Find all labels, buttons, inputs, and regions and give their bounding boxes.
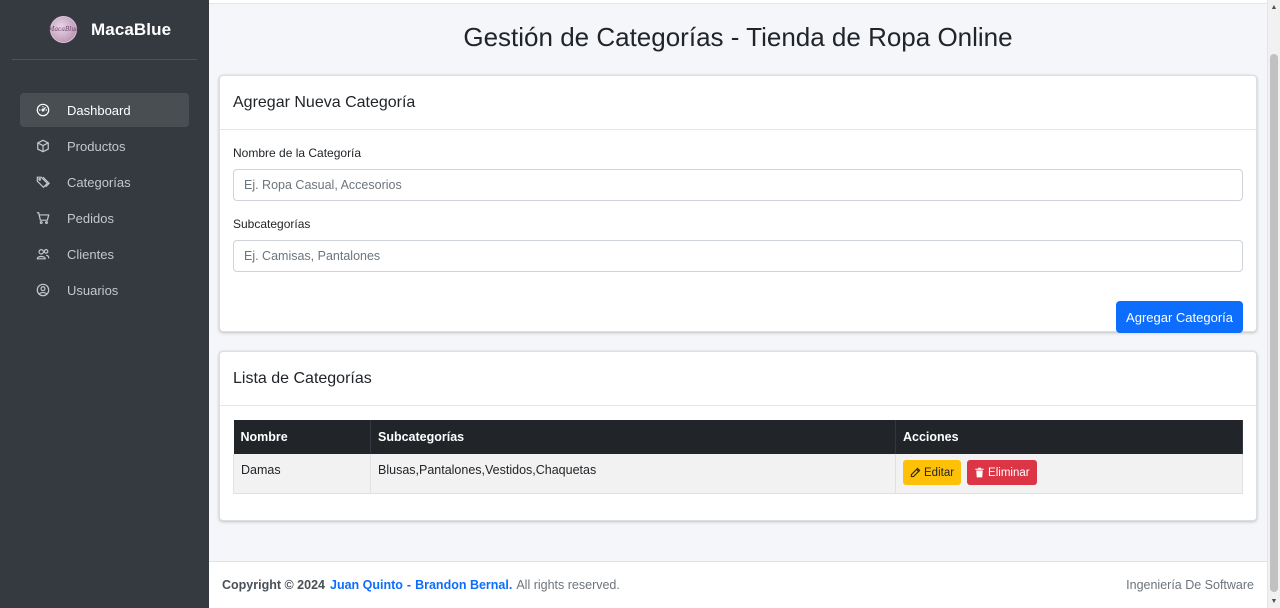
subcategories-input[interactable] [233, 240, 1243, 272]
sidebar-item-clientes[interactable]: Clientes [20, 237, 189, 271]
footer: Copyright © 2024 Juan Quinto - Brandon B… [209, 561, 1267, 608]
add-category-card: Agregar Nueva Categoría Nombre de la Cat… [219, 75, 1257, 333]
dashboard-icon [36, 103, 50, 117]
user-circle-icon [36, 283, 50, 297]
brand-logo: MacaBlue [48, 16, 79, 43]
sidebar-item-label: Usuarios [67, 282, 119, 298]
author-separator: - [406, 578, 412, 592]
sidebar-item-label: Productos [67, 138, 126, 154]
column-header-nombre[interactable]: Nombre [233, 420, 371, 454]
table-row: Damas Blusas,Pantalones,Vestidos,Chaquet… [233, 454, 1243, 494]
cell-actions: Editar Eliminar [895, 454, 1243, 494]
author-link-brandon[interactable]: Brandon Bernal. [415, 578, 512, 592]
sidebar-item-usuarios[interactable]: Usuarios [20, 273, 189, 307]
sidebar-item-label: Clientes [67, 246, 114, 262]
cell-subcategories: Blusas,Pantalones,Vestidos,Chaquetas [370, 454, 896, 494]
sidebar: MacaBlue MacaBlue Dashboard Productos Ca… [0, 0, 209, 608]
scroll-up-arrow-icon[interactable]: ▲ [1268, 0, 1280, 14]
scroll-down-arrow-icon[interactable]: ▼ [1268, 594, 1280, 608]
brand[interactable]: MacaBlue MacaBlue [12, 0, 197, 60]
cart-icon [36, 211, 50, 225]
table-header-row: Nombre Subcategorías Acciones [233, 420, 1243, 454]
cell-name: Damas [233, 454, 371, 494]
pencil-icon [910, 467, 921, 478]
card-header: Lista de Categorías [220, 352, 1256, 406]
sidebar-item-label: Dashboard [67, 102, 131, 118]
edit-button[interactable]: Editar [903, 460, 962, 485]
top-navbar [209, 0, 1267, 4]
box-icon [36, 139, 50, 153]
categories-table: Nombre Subcategorías Acciones Damas Blus… [233, 420, 1243, 494]
sidebar-item-label: Pedidos [67, 210, 114, 226]
delete-button[interactable]: Eliminar [967, 460, 1037, 485]
sidebar-nav: Dashboard Productos Categorías Pedidos C… [20, 93, 189, 309]
tags-icon [36, 175, 50, 189]
edit-button-label: Editar [924, 466, 955, 479]
delete-button-label: Eliminar [988, 466, 1030, 479]
sidebar-item-dashboard[interactable]: Dashboard [20, 93, 189, 127]
trash-icon [975, 467, 984, 478]
subcategories-label: Subcategorías [233, 217, 311, 231]
people-icon [36, 247, 50, 261]
page-title: Gestión de Categorías - Tienda de Ropa O… [463, 22, 1013, 52]
brand-name: MacaBlue [91, 19, 172, 39]
main-content: Gestión de Categorías - Tienda de Ropa O… [209, 0, 1267, 608]
card-body: Nombre Subcategorías Acciones Damas Blus… [220, 406, 1256, 494]
scrollbar-thumb[interactable] [1270, 54, 1278, 592]
sidebar-item-productos[interactable]: Productos [20, 129, 189, 163]
category-name-input[interactable] [233, 169, 1243, 201]
category-name-label: Nombre de la Categoría [233, 146, 362, 160]
copyright-text: Copyright © 2024 [222, 578, 325, 592]
card-header: Agregar Nueva Categoría [220, 76, 1256, 130]
sidebar-item-label: Categorías [67, 174, 131, 190]
author-link-juan[interactable]: Juan Quinto [330, 578, 403, 592]
vertical-scrollbar[interactable]: ▲ ▼ [1267, 0, 1280, 608]
sidebar-item-pedidos[interactable]: Pedidos [20, 201, 189, 235]
add-category-button[interactable]: Agregar Categoría [1116, 301, 1243, 333]
column-header-acciones: Acciones [895, 420, 1243, 454]
card-body: Nombre de la Categoría Subcategorías Agr… [220, 146, 1256, 333]
footer-right-text: Ingeniería De Software [1126, 578, 1254, 592]
sidebar-item-categorias[interactable]: Categorías [20, 165, 189, 199]
category-list-card: Lista de Categorías Nombre Subcategorías… [219, 351, 1257, 521]
column-header-subcategorias[interactable]: Subcategorías [370, 420, 896, 454]
rights-text: All rights reserved. [516, 578, 620, 592]
